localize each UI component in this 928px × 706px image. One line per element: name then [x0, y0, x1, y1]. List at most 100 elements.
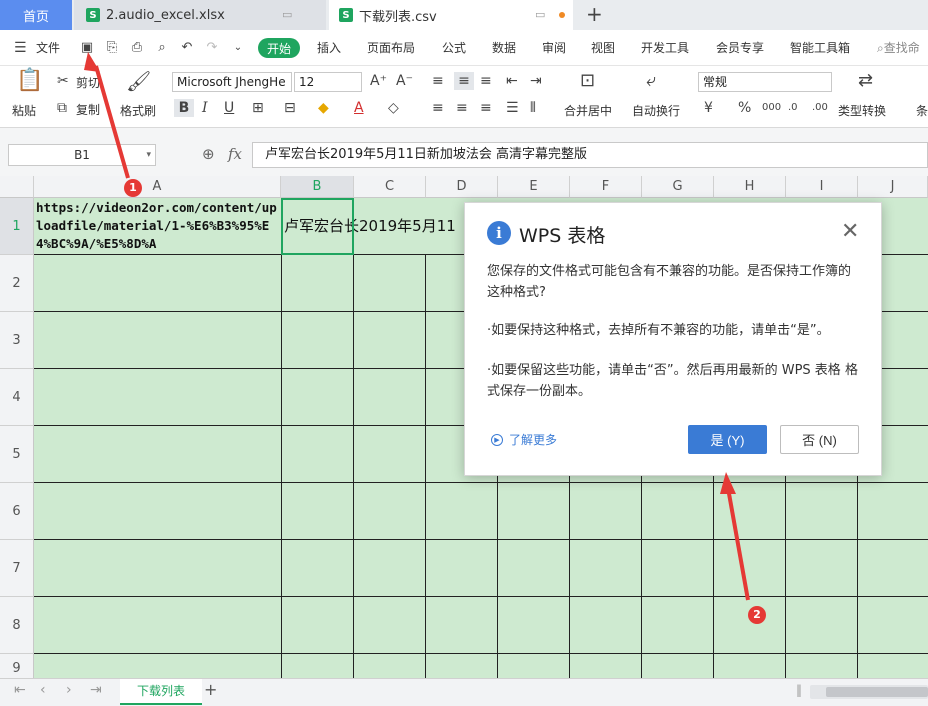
row-header-3[interactable]: 3: [0, 312, 34, 369]
scissors-icon[interactable]: ✂: [57, 72, 69, 90]
print-preview-icon[interactable]: ⌕: [155, 41, 169, 55]
align-bottom-icon[interactable]: ≡: [480, 72, 492, 90]
menu-developer[interactable]: 开发工具: [641, 39, 689, 56]
percent-icon[interactable]: %: [738, 99, 751, 117]
format-painter-icon[interactable]: 🖌: [126, 71, 151, 91]
row-header-7[interactable]: 7: [0, 540, 34, 597]
last-sheet-icon[interactable]: ⇥: [90, 682, 102, 698]
merge-center-button[interactable]: 合并居中: [564, 102, 612, 119]
decrease-font-icon[interactable]: A⁻: [396, 72, 413, 90]
zoom-icon[interactable]: ⊕: [202, 145, 215, 163]
number-format-select[interactable]: 常规: [698, 72, 832, 92]
menu-view[interactable]: 视图: [591, 39, 615, 56]
align-top-icon[interactable]: ≡: [432, 72, 444, 90]
menu-insert[interactable]: 插入: [317, 39, 341, 56]
col-header-c[interactable]: C: [354, 176, 426, 198]
wrap-text-icon[interactable]: ⤶: [646, 72, 656, 90]
paste-button[interactable]: 粘贴: [12, 102, 36, 119]
cut-button[interactable]: 剪切: [76, 74, 100, 91]
font-size-select[interactable]: 12: [294, 72, 362, 92]
sheet-tab-download-list[interactable]: 下载列表: [120, 679, 202, 705]
menu-member[interactable]: 会员专享: [716, 39, 764, 56]
menu-smart-toolbox[interactable]: 智能工具箱: [790, 39, 850, 56]
conditional-format-button[interactable]: 条: [916, 102, 928, 119]
row-header-1[interactable]: 1: [0, 198, 34, 255]
add-sheet-icon[interactable]: +: [204, 680, 217, 699]
scrollbar-thumb[interactable]: [826, 687, 928, 697]
paste-icon[interactable]: 📋: [16, 70, 43, 92]
menu-formula[interactable]: 公式: [442, 39, 466, 56]
align-right-icon[interactable]: ≡: [480, 99, 492, 117]
border-icon[interactable]: ⊞: [252, 99, 264, 117]
row-header-5[interactable]: 5: [0, 426, 34, 483]
col-header-b[interactable]: B: [281, 176, 354, 198]
new-tab-button[interactable]: +: [586, 2, 603, 26]
save-icon[interactable]: ▣: [80, 41, 94, 55]
font-name-select[interactable]: Microsoft JhengHe: [172, 72, 292, 92]
col-header-i[interactable]: I: [786, 176, 858, 198]
select-all-corner[interactable]: [0, 176, 34, 198]
increase-decimal-icon[interactable]: .0: [788, 99, 798, 117]
format-painter-button[interactable]: 格式刷: [120, 102, 156, 119]
menu-data[interactable]: 数据: [492, 39, 516, 56]
name-box[interactable]: B1 ▾: [8, 144, 156, 166]
monitor-icon[interactable]: ▭: [282, 8, 292, 21]
search-command[interactable]: ⌕查找命: [877, 39, 920, 56]
cell-a1[interactable]: https://videon2or.com/content/uploadfile…: [35, 199, 281, 254]
undo-icon[interactable]: ↶: [180, 41, 194, 55]
first-sheet-icon[interactable]: ⇤: [14, 682, 26, 698]
close-icon[interactable]: ✕: [841, 219, 859, 245]
chevron-down-icon[interactable]: ▾: [146, 145, 151, 165]
col-header-j[interactable]: J: [858, 176, 928, 198]
italic-icon[interactable]: I: [202, 99, 208, 117]
redo-icon[interactable]: ↷: [205, 41, 219, 55]
col-header-e[interactable]: E: [498, 176, 570, 198]
indent-decrease-icon[interactable]: ⇤: [506, 72, 518, 90]
eraser-icon[interactable]: ◇: [388, 99, 399, 117]
row-header-9[interactable]: 9: [0, 654, 34, 678]
fx-icon[interactable]: fx: [228, 145, 242, 163]
menu-review[interactable]: 审阅: [542, 39, 566, 56]
tab-home[interactable]: 首页: [0, 0, 72, 30]
tab-audio-excel[interactable]: S 2.audio_excel.xlsx ▭: [74, 0, 326, 30]
distribute-icon[interactable]: ⫴: [530, 99, 536, 117]
learn-more-link[interactable]: ▶ 了解更多: [491, 431, 557, 448]
monitor-icon[interactable]: ▭: [535, 8, 545, 21]
type-convert-icon[interactable]: ⇄: [858, 72, 873, 90]
formula-input[interactable]: 卢军宏台长2019年5月11日新加坡法会 高清字幕完整版: [252, 142, 928, 168]
bold-icon[interactable]: B: [174, 99, 194, 117]
row-header-2[interactable]: 2: [0, 255, 34, 312]
indent-increase-icon[interactable]: ⇥: [530, 72, 542, 90]
col-header-h[interactable]: H: [714, 176, 786, 198]
menu-page-layout[interactable]: 页面布局: [367, 39, 415, 56]
menu-file[interactable]: 文件: [36, 39, 60, 56]
hamburger-icon[interactable]: ☰: [14, 40, 27, 56]
currency-icon[interactable]: ¥: [704, 99, 713, 117]
row-header-4[interactable]: 4: [0, 369, 34, 426]
align-center-icon[interactable]: ≡: [456, 99, 468, 117]
col-header-g[interactable]: G: [642, 176, 714, 198]
decrease-decimal-icon[interactable]: .00: [812, 99, 828, 117]
underline-icon[interactable]: U: [224, 99, 234, 117]
print-icon[interactable]: ⎙: [130, 41, 144, 55]
next-sheet-icon[interactable]: ›: [66, 682, 72, 698]
type-convert-button[interactable]: 类型转换: [838, 102, 886, 119]
menu-start[interactable]: 开始: [258, 38, 300, 58]
copy-button[interactable]: 复制: [76, 101, 100, 118]
col-header-a[interactable]: A: [34, 176, 281, 198]
align-middle-icon[interactable]: ≡: [454, 72, 474, 90]
font-color-icon[interactable]: A: [354, 99, 364, 117]
increase-font-icon[interactable]: A⁺: [370, 72, 387, 90]
thousands-icon[interactable]: 000: [762, 99, 781, 117]
merge-center-icon[interactable]: ⊡: [580, 72, 595, 90]
justify-icon[interactable]: ☰: [506, 99, 519, 117]
col-header-f[interactable]: F: [570, 176, 642, 198]
horizontal-scrollbar[interactable]: [810, 685, 928, 699]
row-header-8[interactable]: 8: [0, 597, 34, 654]
row-header-6[interactable]: 6: [0, 483, 34, 540]
align-left-icon[interactable]: ≡: [432, 99, 444, 117]
tab-download-list[interactable]: S 下载列表.csv ▭: [329, 0, 573, 30]
col-header-d[interactable]: D: [426, 176, 498, 198]
cell-style-icon[interactable]: ⊟: [284, 99, 296, 117]
chevron-down-icon[interactable]: ⌄: [231, 41, 245, 55]
